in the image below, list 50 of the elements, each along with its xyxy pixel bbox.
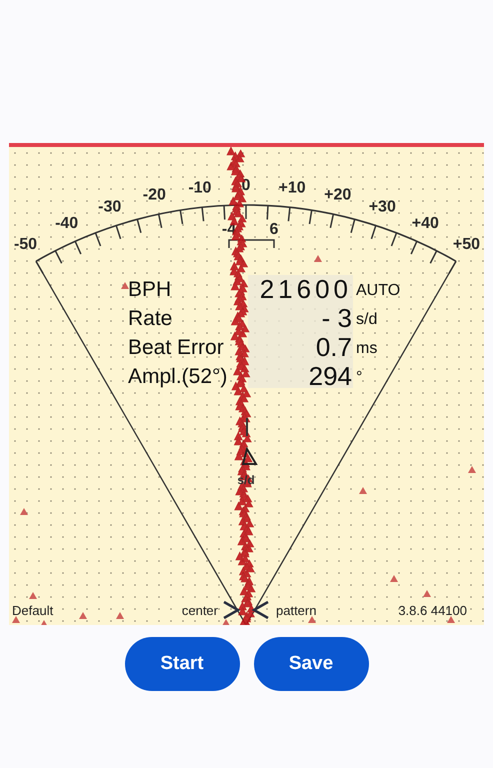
scale-label: -50 — [14, 236, 38, 254]
scale-label: +40 — [412, 215, 439, 232]
scale-label: -40 — [55, 215, 78, 232]
version-label: 3.8.6 44100 — [398, 603, 467, 618]
scale-label: +20 — [324, 186, 352, 204]
scatter-point — [447, 616, 455, 623]
scatter-point — [12, 616, 20, 623]
scatter-point — [121, 282, 129, 289]
readout-unit: s/d — [356, 311, 378, 328]
pointer-triangle-icon — [242, 446, 258, 465]
scale-label: -10 — [188, 179, 212, 196]
scatter-point — [359, 487, 367, 494]
scale-label: 6 — [270, 221, 278, 238]
scatter-point — [20, 508, 28, 515]
action-button[interactable]: Save — [254, 637, 368, 691]
scatter-point — [390, 575, 398, 582]
readout-value: 0.7 — [316, 332, 352, 362]
pattern-chevron-icon — [251, 600, 269, 620]
readout-label: Beat Error — [128, 336, 224, 359]
scatter-point — [314, 255, 322, 262]
readout-unit: ms — [356, 340, 378, 357]
readout-label: BPH — [128, 278, 172, 301]
scale-label: +30 — [368, 198, 396, 216]
scale-label: -4 — [222, 221, 236, 238]
readout-unit: ° — [356, 369, 362, 386]
scatter-point — [116, 612, 124, 619]
readout-value: - 3 — [322, 303, 352, 333]
readout-label: Ampl.(52°) — [128, 365, 228, 388]
pattern-label: pattern — [276, 603, 316, 618]
scatter-point — [468, 466, 476, 473]
scale-label: -30 — [98, 198, 122, 216]
scatter-point — [423, 590, 431, 597]
scatter-point — [29, 592, 37, 599]
bracket-mark — [228, 239, 275, 248]
readout-value: 21600 — [260, 274, 352, 304]
scatter-point — [79, 612, 87, 619]
scale-label: 0 — [242, 177, 250, 194]
scale-label: -20 — [142, 186, 166, 204]
action-button[interactable]: Start — [124, 637, 240, 691]
scatter-point — [308, 616, 316, 623]
scale-label: +10 — [278, 179, 306, 196]
center-chevron-icon — [223, 600, 241, 620]
scatter-point — [40, 620, 48, 625]
profile-label: Default — [12, 603, 54, 618]
scatter-point — [222, 619, 230, 625]
center-label: center — [182, 603, 218, 618]
readout-label: Rate — [128, 307, 172, 330]
scale-label: +50 — [452, 236, 480, 254]
readout-value: 294 — [308, 361, 352, 391]
readout-unit: AUTO — [356, 282, 400, 299]
